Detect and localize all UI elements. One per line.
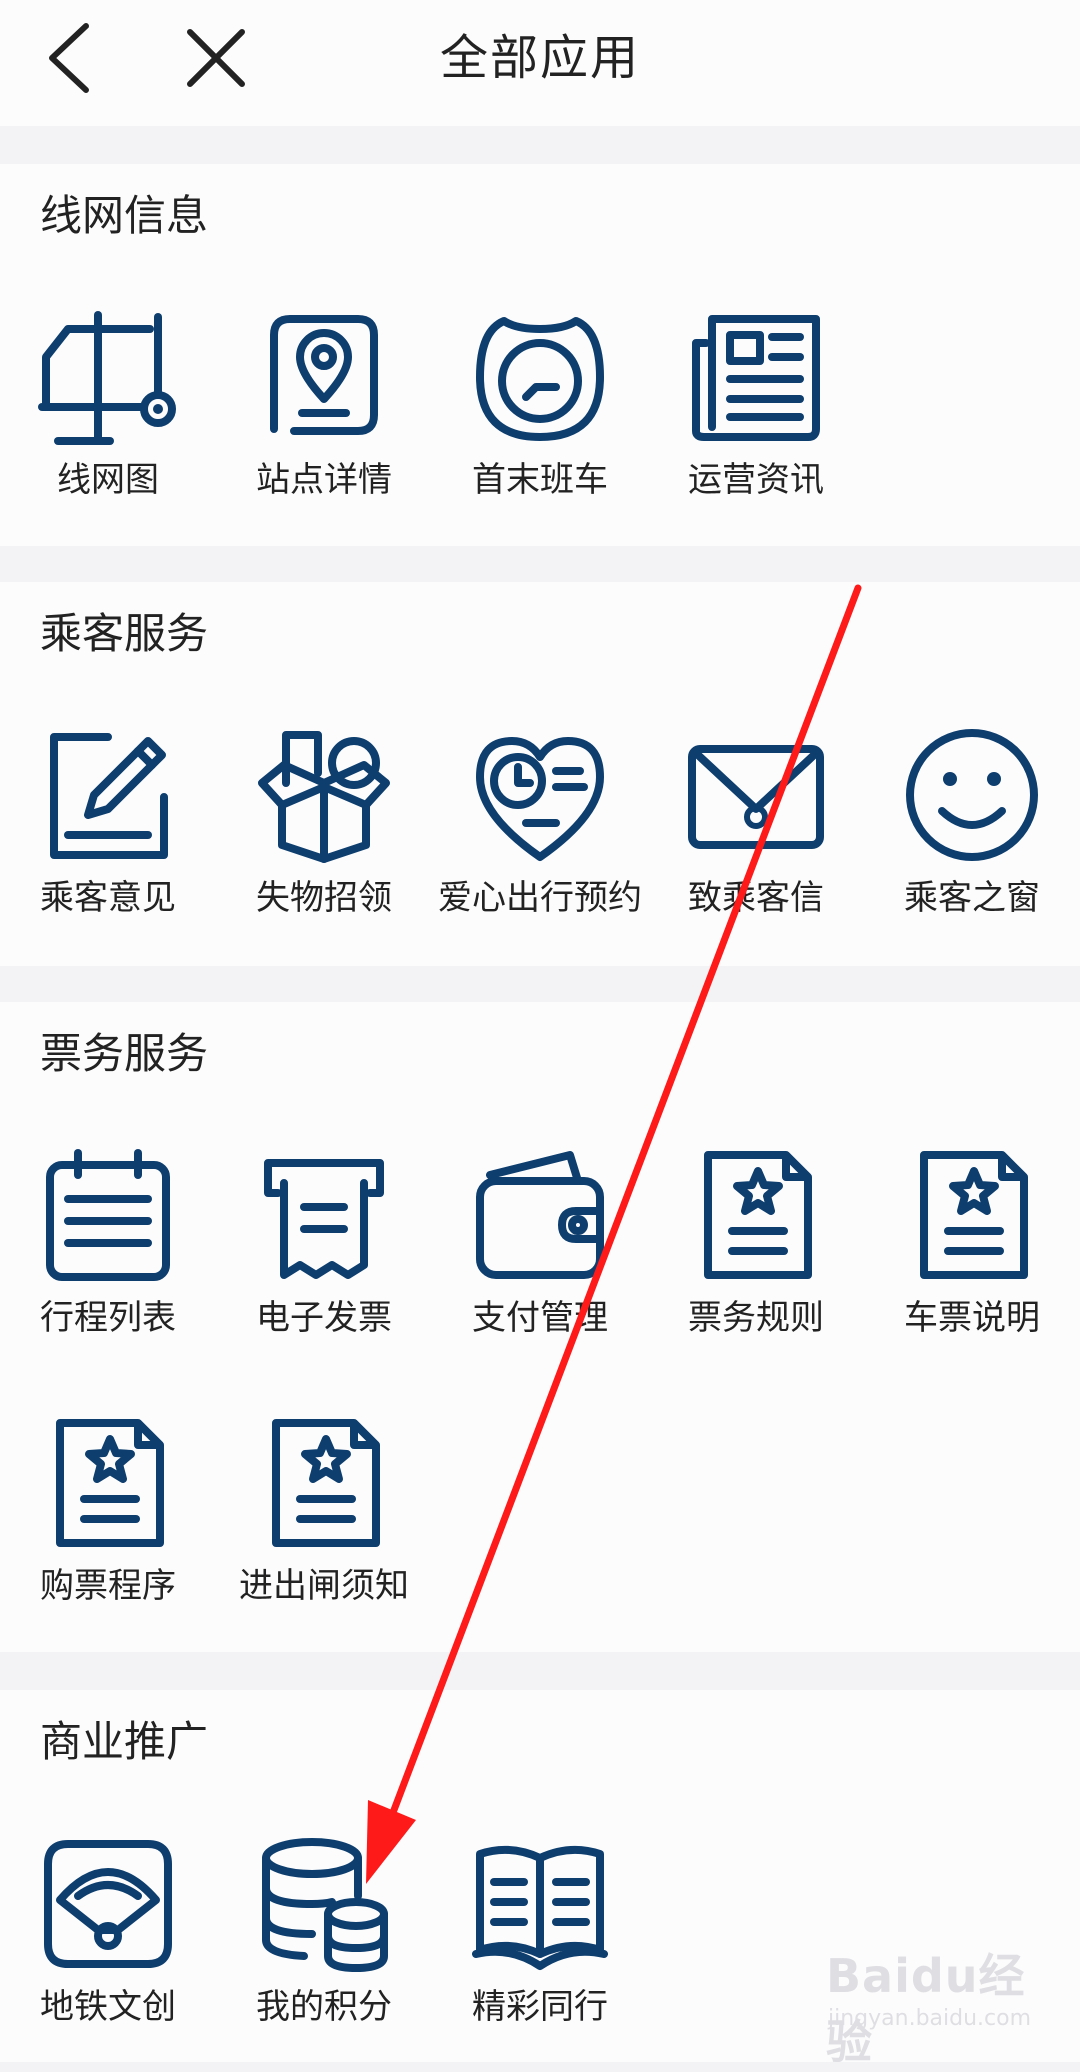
app-care-travel-booking[interactable]: 爱心出行预约 bbox=[432, 725, 648, 955]
app-ticket-description[interactable]: 车票说明 bbox=[864, 1145, 1080, 1375]
app-station-detail[interactable]: 站点详情 bbox=[216, 307, 432, 537]
app-network-map[interactable]: 线网图 bbox=[0, 307, 216, 537]
app-label: 首末班车 bbox=[472, 460, 608, 500]
star-document-icon bbox=[38, 1413, 178, 1553]
app-label: 地铁文创 bbox=[40, 1987, 176, 2027]
app-label: 支付管理 bbox=[472, 1298, 608, 1338]
calendar-list-icon bbox=[38, 1145, 178, 1285]
heart-clock-icon bbox=[470, 725, 610, 865]
app-label: 乘客之窗 bbox=[904, 878, 1040, 918]
app-label: 电子发票 bbox=[256, 1298, 392, 1338]
wallet-icon bbox=[470, 1145, 610, 1285]
section-passenger-service: 乘客服务 乘客意见 失物招领 爱心出行预约 致乘客信 乘客之窗 bbox=[0, 582, 1080, 966]
app-label: 失物招领 bbox=[256, 878, 392, 918]
fan-icon bbox=[38, 1834, 178, 1974]
app-label: 购票程序 bbox=[40, 1566, 176, 1606]
app-passenger-window[interactable]: 乘客之窗 bbox=[864, 725, 1080, 955]
app-label: 车票说明 bbox=[904, 1298, 1040, 1338]
app-label: 行程列表 bbox=[40, 1298, 176, 1338]
app-trip-list[interactable]: 行程列表 bbox=[0, 1145, 216, 1375]
app-gate-notice[interactable]: 进出闸须知 bbox=[216, 1413, 432, 1643]
envelope-icon bbox=[686, 725, 826, 865]
app-first-last-train[interactable]: 首末班车 bbox=[432, 307, 648, 537]
app-ticket-purchase-procedure[interactable]: 购票程序 bbox=[0, 1413, 216, 1643]
section-title: 乘客服务 bbox=[40, 609, 209, 658]
app-label: 进出闸须知 bbox=[239, 1566, 409, 1606]
section-title: 线网信息 bbox=[40, 191, 209, 240]
edit-note-icon bbox=[38, 725, 178, 865]
app-metro-cultural-creative[interactable]: 地铁文创 bbox=[0, 1834, 216, 2064]
receipt-icon bbox=[254, 1145, 394, 1285]
smiley-icon bbox=[902, 725, 1042, 865]
app-label: 爱心出行预约 bbox=[438, 878, 642, 918]
star-document-icon bbox=[902, 1145, 1042, 1285]
app-label: 运营资讯 bbox=[688, 460, 824, 500]
app-label: 线网图 bbox=[57, 460, 159, 500]
section-ticket-service: 票务服务 行程列表 电子发票 支付管理 票务规则 车票说明 购票程序 进出闸须知 bbox=[0, 1002, 1080, 1652]
app-ticket-rules[interactable]: 票务规则 bbox=[648, 1145, 864, 1375]
app-lost-and-found[interactable]: 失物招领 bbox=[216, 725, 432, 955]
coins-stack-icon bbox=[254, 1834, 394, 1974]
open-book-icon bbox=[470, 1834, 610, 1974]
app-label: 我的积分 bbox=[256, 1987, 392, 2027]
app-label: 致乘客信 bbox=[688, 878, 824, 918]
star-document-icon bbox=[254, 1413, 394, 1553]
star-document-icon bbox=[686, 1145, 826, 1285]
app-label: 票务规则 bbox=[688, 1298, 824, 1338]
clock-icon bbox=[470, 307, 610, 447]
baidu-watermark: Baidu经验 jingyan.baidu.com bbox=[826, 1940, 1066, 2069]
app-payment-management[interactable]: 支付管理 bbox=[432, 1145, 648, 1375]
app-label: 乘客意见 bbox=[40, 878, 176, 918]
lost-box-icon bbox=[254, 725, 394, 865]
section-title: 票务服务 bbox=[40, 1029, 209, 1078]
app-operation-news[interactable]: 运营资讯 bbox=[648, 307, 864, 537]
watermark-subtext: jingyan.baidu.com bbox=[828, 2006, 1032, 2031]
app-passenger-feedback[interactable]: 乘客意见 bbox=[0, 725, 216, 955]
app-wonderful-journey[interactable]: 精彩同行 bbox=[432, 1834, 648, 2064]
newspaper-icon bbox=[686, 307, 826, 447]
location-pin-icon bbox=[254, 307, 394, 447]
app-e-invoice[interactable]: 电子发票 bbox=[216, 1145, 432, 1375]
app-my-points[interactable]: 我的积分 bbox=[216, 1834, 432, 2064]
network-map-icon bbox=[38, 307, 178, 447]
page-title: 全部应用 bbox=[439, 30, 640, 86]
app-label: 精彩同行 bbox=[472, 1987, 608, 2027]
app-label: 站点详情 bbox=[256, 460, 392, 500]
top-bar: 全部应用 bbox=[0, 0, 1080, 126]
app-letter-to-passenger[interactable]: 致乘客信 bbox=[648, 725, 864, 955]
section-title: 商业推广 bbox=[40, 1717, 209, 1766]
section-network-info: 线网信息 线网图 站点详情 首末班车 运营资讯 bbox=[0, 164, 1080, 546]
